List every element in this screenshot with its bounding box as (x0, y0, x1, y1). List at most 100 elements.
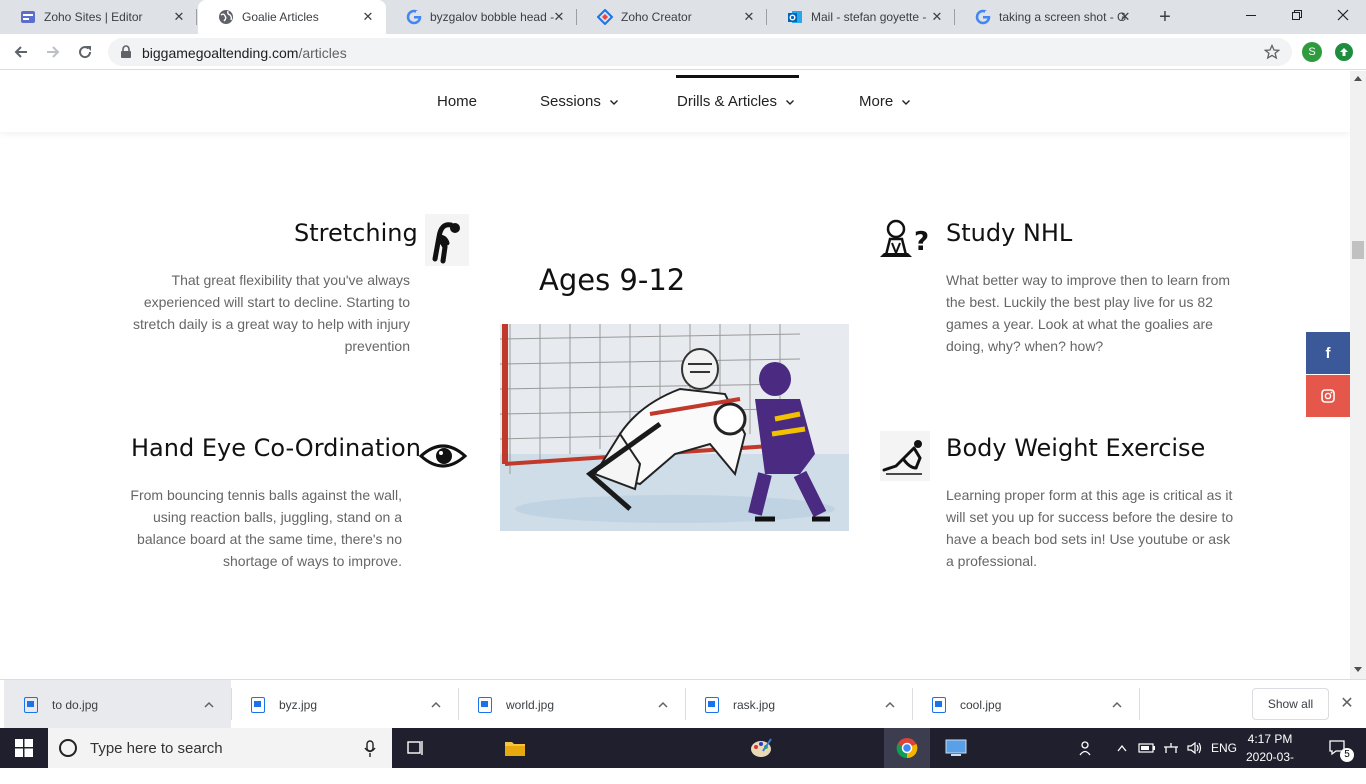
facebook-share-button[interactable]: f (1306, 332, 1350, 374)
download-item[interactable]: to do.jpg (4, 680, 231, 729)
task-view-button[interactable] (393, 728, 439, 768)
file-explorer-button[interactable] (492, 728, 538, 768)
feature-text-study-nhl: What better way to improve then to learn… (946, 272, 1231, 354)
back-button[interactable] (10, 41, 32, 63)
scroll-down-icon[interactable] (1354, 667, 1362, 673)
image-file-icon (705, 696, 719, 713)
browser-tab[interactable]: taking a screen shot - G ✕ (955, 0, 1143, 34)
nav-label: Sessions (540, 93, 601, 110)
lock-icon (121, 45, 131, 58)
nav-item-more[interactable]: More (859, 93, 911, 110)
download-item[interactable]: rask.jpg (685, 680, 912, 729)
section-title: Ages 9-12 (539, 263, 686, 297)
task-view-icon (407, 741, 423, 755)
profile-avatar[interactable]: S (1302, 42, 1322, 62)
download-filename: world.jpg (506, 697, 555, 712)
reload-icon (79, 46, 92, 59)
instagram-icon (1321, 389, 1335, 403)
minimize-button[interactable] (1228, 0, 1274, 30)
nav-item-drills-articles[interactable]: Drills & Articles (677, 93, 795, 110)
paint-app-button[interactable] (738, 728, 784, 768)
browser-tab-active[interactable]: Goalie Articles ✕ (198, 0, 386, 34)
network-icon[interactable] (1160, 728, 1182, 768)
browser-tab[interactable]: Zoho Creator ✕ (577, 0, 767, 34)
reload-button[interactable] (74, 41, 96, 63)
forward-button[interactable] (42, 41, 64, 63)
nav-item-sessions[interactable]: Sessions (540, 93, 619, 110)
action-center-button[interactable]: 5 (1318, 728, 1358, 768)
tab-close-icon[interactable]: ✕ (1117, 9, 1133, 25)
clock-time: 4:17 PM (1247, 732, 1293, 746)
scrollbar-thumb[interactable] (1352, 241, 1364, 259)
system-clock[interactable]: 4:17 PM 2020-03-22 (1240, 730, 1300, 784)
tab-close-icon[interactable]: ✕ (929, 9, 945, 25)
browser-tab[interactable]: Mail - stefan goyette - ✕ (767, 0, 955, 34)
address-bar[interactable]: biggamegoaltending.com/articles (108, 38, 1292, 66)
volume-icon[interactable] (1184, 728, 1206, 768)
tab-close-icon[interactable]: ✕ (741, 9, 757, 25)
chevron-up-icon[interactable] (1111, 699, 1123, 711)
folder-icon (505, 742, 525, 756)
image-file-icon (24, 696, 38, 713)
feature-title-study-nhl: Study NHL (946, 219, 1073, 247)
browser-toolbar: biggamegoaltending.com/articles S (0, 34, 1366, 70)
download-item[interactable]: byz.jpg (231, 680, 458, 729)
new-tab-button[interactable]: + (1155, 7, 1175, 27)
arrow-up-icon (1340, 48, 1348, 56)
feature-title-stretching: Stretching (294, 219, 418, 247)
hockey-goalie-photo (500, 324, 849, 531)
nav-label: Drills & Articles (677, 93, 778, 110)
google-icon (975, 9, 991, 25)
chevron-up-icon[interactable] (430, 699, 442, 711)
tab-close-icon[interactable]: ✕ (551, 9, 567, 25)
close-icon (1337, 9, 1349, 21)
browser-tab-strip: Zoho Sites | Editor ✕ Goalie Articles ✕ … (0, 0, 1366, 34)
scroll-up-icon[interactable] (1354, 75, 1362, 81)
people-icon[interactable] (1076, 728, 1098, 768)
study-question-icon: ? (878, 217, 930, 263)
web-page: Home Sessions Drills & Articles More Str… (0, 71, 1350, 679)
remote-desktop-button[interactable] (933, 728, 979, 768)
download-filename: to do.jpg (52, 697, 99, 712)
download-item[interactable]: world.jpg (458, 680, 685, 729)
close-window-button[interactable] (1320, 0, 1366, 30)
monitor-icon (945, 739, 967, 756)
browser-tab[interactable]: byzgalov bobble head - ✕ (386, 0, 577, 34)
language-indicator[interactable]: ENG (1208, 728, 1240, 768)
restore-button[interactable] (1274, 0, 1320, 30)
battery-icon[interactable] (1136, 728, 1158, 768)
palette-icon (751, 738, 772, 757)
nav-item-home[interactable]: Home (437, 93, 477, 110)
stretching-person-icon (425, 214, 469, 266)
tab-close-icon[interactable]: ✕ (171, 9, 187, 25)
chrome-taskbar-button[interactable] (884, 728, 930, 768)
star-icon[interactable] (1264, 44, 1280, 60)
page-scrollbar[interactable] (1350, 71, 1366, 679)
close-downloads-button[interactable]: ✕ (1338, 695, 1356, 713)
microphone-icon[interactable] (364, 740, 376, 758)
show-all-button[interactable]: Show all (1252, 688, 1329, 720)
start-button[interactable] (0, 728, 48, 768)
instagram-share-button[interactable] (1306, 375, 1350, 417)
nav-active-indicator (676, 75, 799, 78)
svg-text:?: ? (914, 227, 929, 257)
search-icon (59, 739, 77, 757)
nav-label: Home (437, 93, 478, 110)
url-path: /articles (298, 45, 347, 61)
windows-taskbar: Type here to search ENG 4:17 PM 2020-03-… (0, 728, 1366, 782)
browser-tab[interactable]: Zoho Sites | Editor ✕ (0, 0, 197, 34)
pushup-icon (880, 431, 930, 481)
chevron-up-icon[interactable] (884, 699, 896, 711)
chevron-up-icon[interactable] (203, 699, 215, 711)
clock-date: 2020-03-22 (1245, 750, 1295, 782)
eye-icon (418, 439, 468, 473)
download-filename: cool.jpg (960, 697, 1002, 712)
taskbar-search-box[interactable]: Type here to search (48, 728, 392, 768)
show-hidden-icons-button[interactable] (1114, 728, 1130, 768)
download-item[interactable]: cool.jpg (912, 680, 1139, 729)
update-button[interactable] (1335, 43, 1353, 61)
chevron-up-icon[interactable] (657, 699, 669, 711)
minimize-icon (1246, 15, 1256, 16)
tab-close-icon[interactable]: ✕ (360, 9, 376, 25)
nav-label: More (859, 93, 894, 110)
